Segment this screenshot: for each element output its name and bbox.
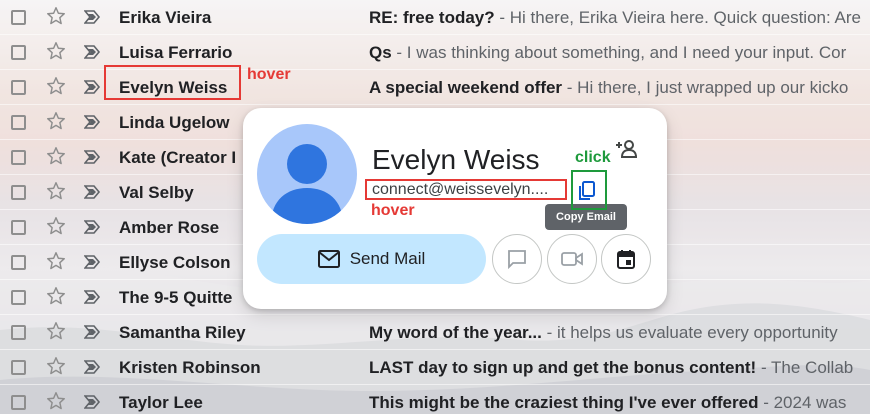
- video-icon: [561, 252, 583, 266]
- sender-hover-highlight: [104, 65, 241, 100]
- email-sender: Amber Rose: [119, 218, 220, 237]
- important-marker-icon[interactable]: [84, 255, 102, 269]
- star-icon[interactable]: [45, 145, 67, 167]
- email-sender: Kristen Robinson: [119, 358, 261, 377]
- email-subject-line: Qs - I was thinking about something, and…: [369, 43, 846, 63]
- chat-icon: [508, 250, 526, 270]
- checkbox-icon[interactable]: [11, 45, 26, 60]
- checkbox-icon[interactable]: [11, 150, 26, 165]
- contact-name: Evelyn Weiss: [372, 144, 540, 175]
- email-subject-line: RE: free today? - Hi there, Erika Vieira…: [369, 8, 861, 28]
- email-subject-line: This might be the craziest thing I've ev…: [369, 393, 846, 413]
- email-snippet: - Hi there, Erika Vieira here. Quick que…: [494, 8, 861, 27]
- chat-button[interactable]: [492, 234, 542, 284]
- important-marker-icon[interactable]: [84, 80, 102, 94]
- email-subject: LAST day to sign up and get the bonus co…: [369, 358, 757, 377]
- star-icon[interactable]: [45, 285, 67, 307]
- important-marker-icon[interactable]: [84, 290, 102, 304]
- email-snippet: - it helps us evaluate every opportunity: [541, 323, 838, 342]
- calendar-button[interactable]: [601, 234, 651, 284]
- email-subject-line: My word of the year... - it helps us eva…: [369, 323, 838, 343]
- email-row[interactable]: Erika Vieira RE: free today? - Hi there,…: [0, 0, 870, 35]
- important-marker-icon[interactable]: [84, 185, 102, 199]
- email-sender: Val Selby: [119, 183, 194, 202]
- email-subject-line: LAST day to sign up and get the bonus co…: [369, 358, 853, 378]
- mail-icon: [317, 250, 340, 268]
- star-icon[interactable]: [45, 355, 67, 377]
- checkbox-icon[interactable]: [11, 115, 26, 130]
- copy-click-highlight: [571, 170, 607, 210]
- important-marker-icon[interactable]: [84, 220, 102, 234]
- important-marker-icon[interactable]: [84, 325, 102, 339]
- email-sender: Ellyse Colson: [119, 253, 231, 272]
- click-annotation: click: [575, 149, 611, 166]
- checkbox-icon[interactable]: [11, 290, 26, 305]
- checkbox-icon[interactable]: [11, 10, 26, 25]
- avatar: [257, 124, 357, 224]
- star-icon[interactable]: [45, 215, 67, 237]
- star-icon[interactable]: [45, 5, 67, 27]
- email-sender: Taylor Lee: [119, 393, 203, 412]
- star-icon[interactable]: [45, 75, 67, 97]
- email-sender: Luisa Ferrario: [119, 43, 233, 62]
- email-subject-line: A special weekend offer - Hi there, I ju…: [369, 78, 848, 98]
- email-sender: Samantha Riley: [119, 323, 246, 342]
- email-sender: The 9-5 Quitte: [119, 288, 233, 307]
- star-icon[interactable]: [45, 40, 67, 62]
- calendar-icon: [617, 250, 635, 269]
- star-icon[interactable]: [45, 390, 67, 412]
- email-hover-highlight: [365, 179, 567, 200]
- email-sender: Kate (Creator I: [119, 148, 237, 167]
- email-subject: RE: free today?: [369, 8, 495, 27]
- email-sender: Erika Vieira: [119, 8, 212, 27]
- important-marker-icon[interactable]: [84, 45, 102, 59]
- hover-annotation-sender: hover: [247, 66, 291, 83]
- email-row[interactable]: Samantha Riley My word of the year... - …: [0, 315, 870, 350]
- send-mail-label: Send Mail: [349, 249, 426, 268]
- email-snippet: - 2024 was: [758, 393, 847, 412]
- star-icon[interactable]: [45, 250, 67, 272]
- email-snippet: - The Collab: [756, 358, 854, 377]
- star-icon[interactable]: [45, 180, 67, 202]
- add-contact-icon: [616, 140, 638, 158]
- important-marker-icon[interactable]: [84, 360, 102, 374]
- checkbox-icon[interactable]: [11, 395, 26, 410]
- checkbox-icon[interactable]: [11, 255, 26, 270]
- video-call-button[interactable]: [547, 234, 597, 284]
- checkbox-icon[interactable]: [11, 80, 26, 95]
- email-snippet: - Hi there, I just wrapped up our kicko: [562, 78, 849, 97]
- checkbox-icon[interactable]: [11, 325, 26, 340]
- person-icon: [271, 144, 343, 224]
- email-row[interactable]: Taylor Lee This might be the craziest th…: [0, 385, 870, 414]
- star-icon[interactable]: [45, 320, 67, 342]
- send-mail-button[interactable]: Send Mail: [257, 234, 486, 284]
- email-subject: This might be the craziest thing I've ev…: [369, 393, 759, 412]
- checkbox-icon[interactable]: [11, 185, 26, 200]
- email-subject: A special weekend offer: [369, 78, 563, 97]
- important-marker-icon[interactable]: [84, 395, 102, 409]
- email-subject: My word of the year...: [369, 323, 542, 342]
- important-marker-icon[interactable]: [84, 10, 102, 24]
- important-marker-icon[interactable]: [84, 150, 102, 164]
- star-icon[interactable]: [45, 110, 67, 132]
- add-contact-button[interactable]: [614, 136, 640, 162]
- email-row[interactable]: Kristen Robinson LAST day to sign up and…: [0, 350, 870, 385]
- email-sender: Linda Ugelow: [119, 113, 230, 132]
- checkbox-icon[interactable]: [11, 360, 26, 375]
- email-snippet: - I was thinking about something, and I …: [391, 43, 847, 62]
- important-marker-icon[interactable]: [84, 115, 102, 129]
- checkbox-icon[interactable]: [11, 220, 26, 235]
- email-subject: Qs: [369, 43, 392, 62]
- hover-annotation-email: hover: [371, 202, 415, 219]
